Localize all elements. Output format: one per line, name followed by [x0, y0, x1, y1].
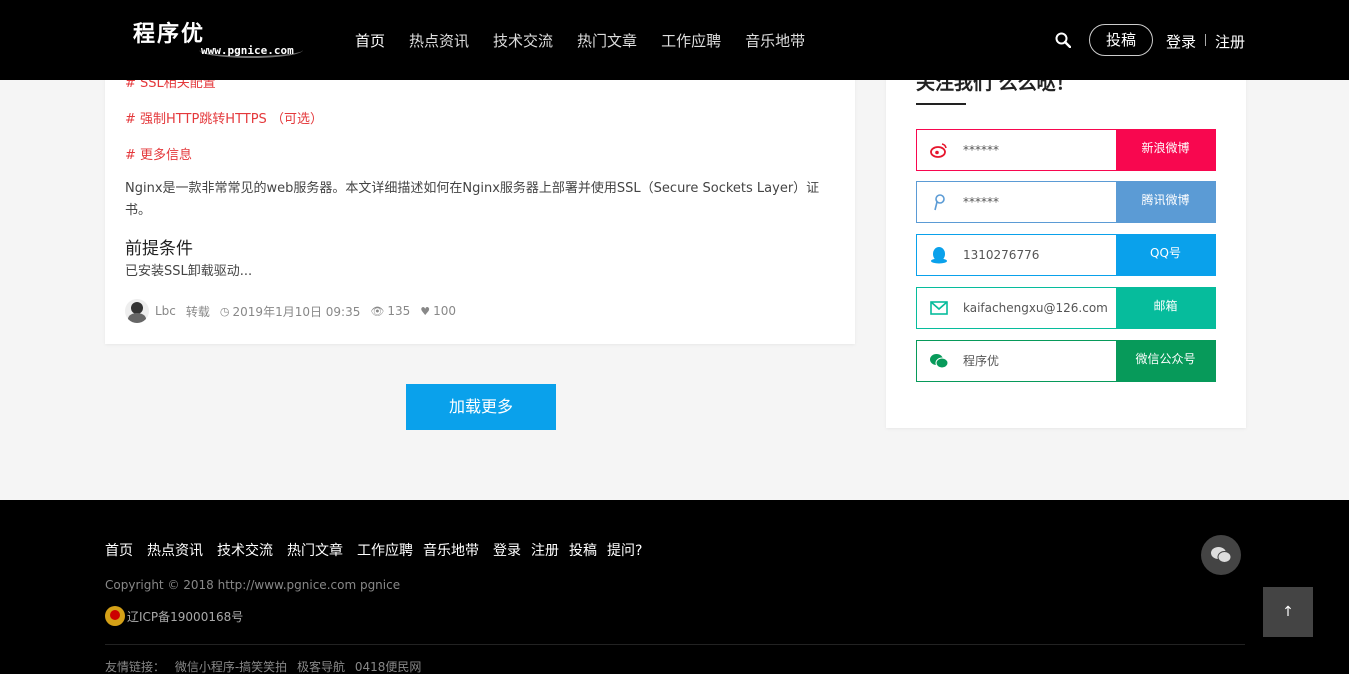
- load-more-button[interactable]: 加载更多: [406, 384, 556, 430]
- eye-icon: 👁: [370, 304, 385, 318]
- footer-divider: [105, 644, 1245, 645]
- police-badge-icon: [105, 606, 125, 626]
- weibo-icon: [917, 130, 961, 170]
- qq-value: 1310276776: [963, 248, 1040, 262]
- wechat-icon: [917, 341, 961, 381]
- footer-link[interactable]: 热点资讯: [147, 540, 203, 560]
- nav-item-jobs[interactable]: 工作应聘: [661, 30, 721, 51]
- email-value: kaifachengxu@126.com: [963, 301, 1108, 315]
- article-heading: 前提条件: [125, 239, 193, 259]
- view-count: 135: [387, 304, 411, 318]
- footer-link[interactable]: 提问?: [607, 540, 642, 560]
- copyright: Copyright © 2018 http://www.pgnice.com p…: [105, 578, 401, 592]
- follow-row-email[interactable]: kaifachengxu@126.com 邮箱: [916, 287, 1216, 329]
- email-label[interactable]: 邮箱: [1116, 288, 1215, 328]
- weibo-label[interactable]: 新浪微博: [1116, 130, 1215, 170]
- qq-label[interactable]: QQ号: [1116, 235, 1215, 275]
- follow-row-tencent-weibo[interactable]: ****** 腾讯微博: [916, 181, 1216, 223]
- footer-link[interactable]: 工作应聘: [357, 540, 413, 560]
- article-excerpt: Nginx是一款非常常见的web服务器。本文详细描述如何在Nginx服务器上部署…: [125, 181, 820, 218]
- follow-row-qq[interactable]: 1310276776 QQ号: [916, 234, 1216, 276]
- site-footer: 首页 热点资讯 技术交流 热门文章 工作应聘 音乐地带 登录 注册 投稿 提问?…: [0, 500, 1349, 674]
- top-header: 程序优 www.pgnice.com 首页 热点资讯 技术交流 热门文章 工作应…: [0, 0, 1349, 80]
- friend-link[interactable]: 0418便民网: [355, 660, 422, 674]
- article-meta: Lbc 转载 ◷ 2019年1月10日 09:35 👁 135 ♥ 100: [125, 299, 466, 323]
- toc-item[interactable]: # 更多信息: [125, 144, 192, 163]
- footer-nav: 首页 热点资讯 技术交流 热门文章 工作应聘 音乐地带 登录 注册 投稿 提问?: [105, 540, 656, 560]
- wechat-label[interactable]: 微信公众号: [1116, 341, 1215, 381]
- article-subtext: 已安装SSL卸载驱动...: [125, 264, 253, 279]
- wechat-float-icon[interactable]: [1201, 535, 1241, 575]
- footer-link[interactable]: 首页: [105, 540, 133, 560]
- footer-link[interactable]: 音乐地带: [423, 540, 479, 560]
- footer-link[interactable]: 注册: [531, 540, 559, 560]
- search-icon[interactable]: [1055, 32, 1071, 48]
- icp-text[interactable]: 辽ICP备19000168号: [127, 608, 243, 625]
- follow-row-weibo[interactable]: ****** 新浪微博: [916, 129, 1216, 171]
- qq-icon: [917, 235, 961, 275]
- nav-item-hot-articles[interactable]: 热门文章: [577, 30, 637, 51]
- footer-link[interactable]: 热门文章: [287, 540, 343, 560]
- clock-icon: ◷: [219, 304, 230, 318]
- login-link[interactable]: 登录: [1166, 31, 1196, 52]
- title-underline: [916, 103, 966, 105]
- nav-item-home[interactable]: 首页: [355, 30, 385, 51]
- author-name[interactable]: Lbc: [155, 304, 176, 318]
- follow-row-wechat[interactable]: 程序优 微信公众号: [916, 340, 1216, 382]
- contribute-button[interactable]: 投稿: [1089, 24, 1153, 56]
- footer-link[interactable]: 投稿: [569, 540, 597, 560]
- nav-item-news[interactable]: 热点资讯: [409, 30, 469, 51]
- register-link[interactable]: 注册: [1215, 31, 1245, 52]
- toc-item[interactable]: # 强制HTTP跳转HTTPS （可选）: [125, 108, 323, 127]
- back-to-top-button[interactable]: ↑: [1263, 587, 1313, 637]
- nav-item-music[interactable]: 音乐地带: [745, 30, 805, 51]
- footer-link[interactable]: 技术交流: [217, 540, 273, 560]
- wechat-value: 程序优: [963, 354, 1000, 368]
- avatar[interactable]: [125, 299, 149, 323]
- icp-record[interactable]: 辽ICP备19000168号: [105, 606, 243, 626]
- tencent-weibo-label[interactable]: 腾讯微博: [1116, 182, 1215, 222]
- divider: [1205, 34, 1206, 46]
- heart-icon[interactable]: ♥: [420, 305, 430, 318]
- friend-link[interactable]: 微信小程序-搞笑笑拍: [175, 660, 287, 674]
- tencent-weibo-icon: [917, 182, 961, 222]
- article-type: 转载: [185, 304, 210, 319]
- mail-icon: [917, 288, 961, 328]
- footer-link[interactable]: 登录: [493, 540, 521, 560]
- follow-us-panel: 关注我们 么么哒！ ****** 新浪微博 ****** 腾讯微博 131027…: [886, 60, 1246, 428]
- logo-url: www.pgnice.com: [201, 44, 294, 57]
- friend-links: 友情链接： 微信小程序-搞笑笑拍 极客导航 0418便民网: [105, 658, 427, 674]
- logo-text: 程序优: [133, 21, 206, 47]
- friend-link[interactable]: 极客导航: [297, 660, 345, 674]
- article-date: 2019年1月10日 09:35: [232, 304, 361, 319]
- nav-item-tech[interactable]: 技术交流: [493, 30, 553, 51]
- friend-links-label: 友情链接：: [105, 660, 166, 674]
- site-logo[interactable]: 程序优 www.pgnice.com: [125, 12, 305, 64]
- weibo-value: ******: [963, 143, 999, 157]
- main-nav: 首页 热点资讯 技术交流 热门文章 工作应聘 音乐地带: [355, 30, 829, 51]
- tencent-weibo-value: ******: [963, 195, 999, 209]
- article-card: # SSL相关配置 # 强制HTTP跳转HTTPS （可选） # 更多信息 Ng…: [105, 60, 855, 344]
- like-count: 100: [433, 304, 457, 318]
